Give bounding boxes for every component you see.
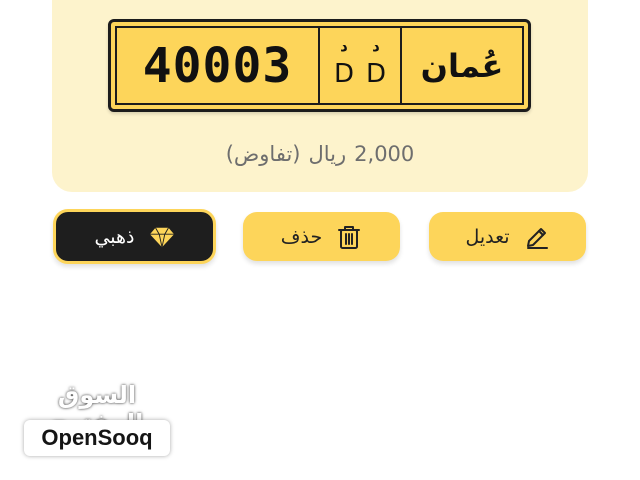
gold-button[interactable]: ذهبي [53,209,216,264]
plate-number: 40003 [117,28,320,103]
plate-letter-latin: D [333,59,355,89]
plate-country: عُمان [420,46,504,85]
edit-button[interactable]: تعديل [429,212,586,261]
price-currency: ريال [308,142,347,166]
plate-letter-latin: D [365,59,387,89]
edit-label: تعديل [465,225,510,248]
delete-button[interactable]: حذف [243,212,400,261]
plate-letter: د D [334,36,354,103]
price-amount: 2,000 [354,142,415,166]
brand-watermark-arabic: السوق المفتوح [51,381,144,437]
plate-letter-arabic: د [340,37,348,55]
trash-icon [336,224,362,250]
license-plate: 40003 د D د D عُمان [108,19,531,112]
gold-label: ذهبي [94,225,135,248]
plate-letter: د D [366,36,386,103]
price-note: (تفاوض) [225,142,301,166]
pencil-icon [524,224,550,250]
plate-letter-arabic: د [372,37,380,55]
price-line: 2,000 ريال (تفاوض) [52,142,588,166]
plate-letters: د D د D [320,28,402,103]
brand-watermark-latin: OpenSooq [24,420,170,456]
delete-label: حذف [280,225,323,248]
plate-frame: 40003 د D د D عُمان [115,26,524,105]
diamond-icon [149,224,175,250]
